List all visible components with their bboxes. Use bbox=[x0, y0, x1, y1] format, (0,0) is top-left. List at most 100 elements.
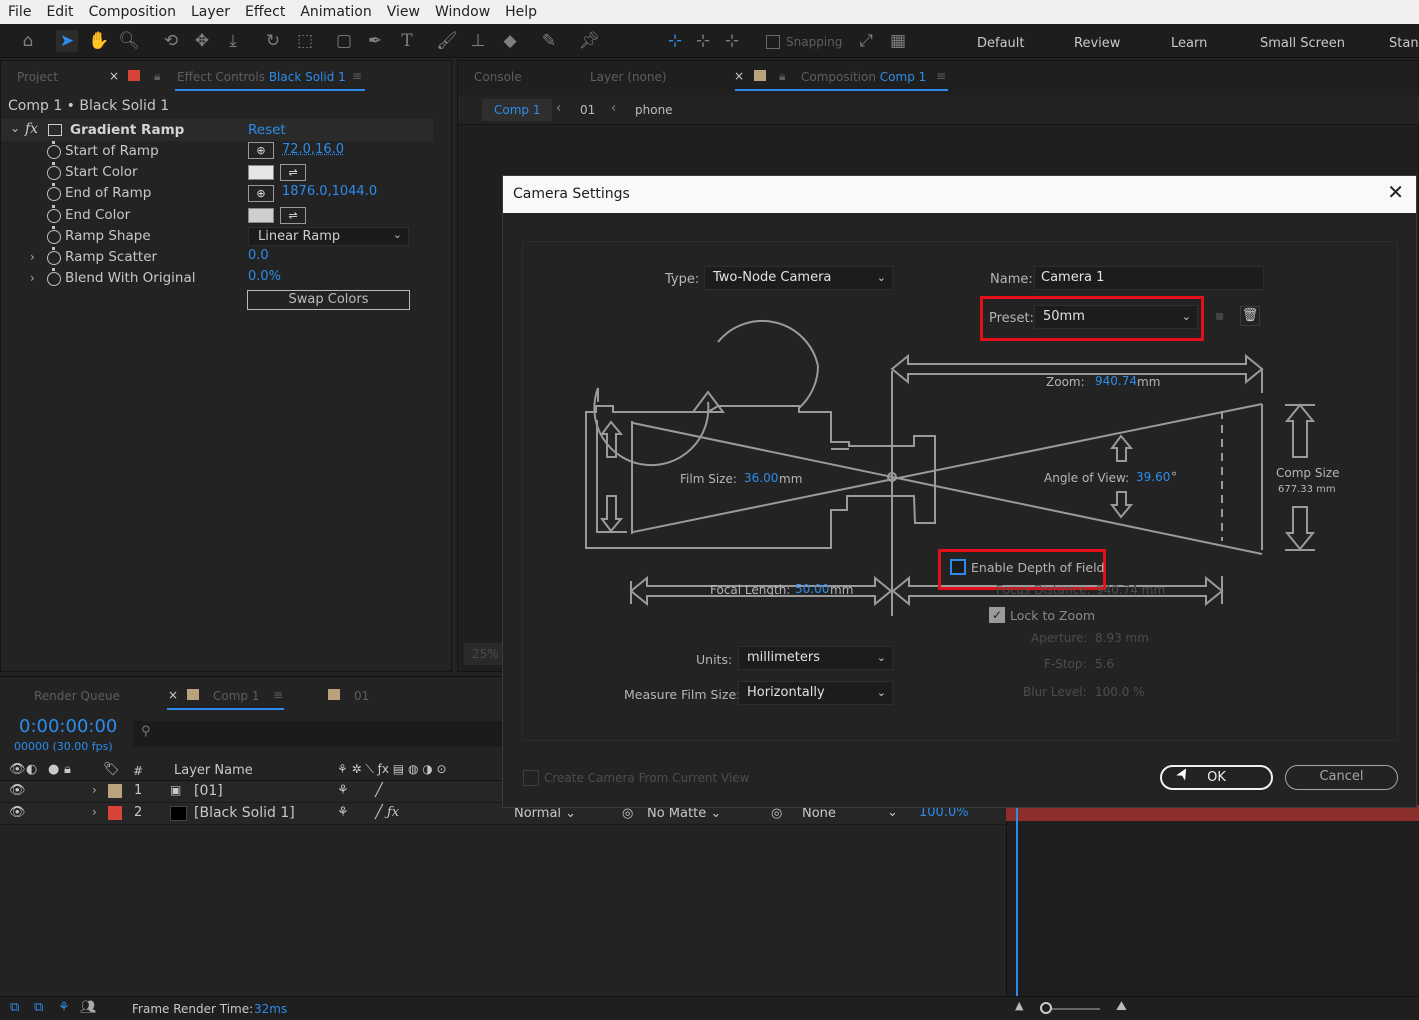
zoom-level[interactable]: 25% bbox=[464, 643, 504, 665]
tab-project[interactable]: Project bbox=[17, 70, 58, 84]
puppet-pin-icon[interactable]: 📌︎ bbox=[578, 30, 600, 52]
tab-composition[interactable]: Composition Comp 1 bbox=[801, 70, 926, 84]
lock-icon[interactable]: 🔒︎ bbox=[779, 69, 785, 84]
eyedropper-icon[interactable]: ⇌ bbox=[280, 164, 306, 181]
cancel-button[interactable]: Cancel bbox=[1285, 765, 1398, 790]
stopwatch-icon[interactable] bbox=[47, 226, 61, 244]
matte-dropdown[interactable]: No Matte ⌄ bbox=[647, 806, 721, 821]
close-icon[interactable]: × bbox=[168, 688, 178, 702]
lock-icon[interactable]: 🔒︎ bbox=[64, 762, 71, 777]
ramp-shape-dropdown[interactable]: Linear Ramp ⌄ bbox=[248, 227, 409, 246]
menu-file[interactable]: File bbox=[0, 4, 38, 20]
current-time-indicator[interactable] bbox=[1016, 805, 1018, 997]
workspace-small-screen[interactable]: Small Screen bbox=[1260, 36, 1345, 51]
snapping-checkbox[interactable] bbox=[766, 35, 780, 49]
lock-to-zoom-label[interactable]: Lock to Zoom bbox=[1010, 608, 1095, 623]
workspace-learn[interactable]: Learn bbox=[1171, 36, 1207, 51]
stopwatch-icon[interactable] bbox=[47, 268, 61, 286]
selection-tool-icon[interactable]: ➤ bbox=[56, 30, 78, 52]
measure-film-dropdown[interactable]: Horizontally ⌄ bbox=[738, 681, 893, 705]
workspace-standard[interactable]: Stanc bbox=[1389, 36, 1419, 51]
brush-tool-icon[interactable]: 🖌︎ bbox=[436, 30, 458, 52]
zoom-value[interactable]: 940.74 bbox=[1095, 374, 1137, 388]
pan-behind-icon[interactable]: ⬚ bbox=[294, 30, 316, 52]
zoom-out-icon[interactable]: ▲ bbox=[1015, 999, 1023, 1012]
layer-label-color[interactable] bbox=[108, 784, 122, 798]
mode-dropdown[interactable]: Normal ⌄ bbox=[514, 806, 576, 821]
timecode[interactable]: 0:00:00:00 bbox=[19, 716, 117, 737]
eye-icon[interactable]: 👁︎ bbox=[9, 783, 26, 798]
snap-grid-icon[interactable]: ▦ bbox=[887, 30, 909, 52]
type-tool-icon[interactable]: T bbox=[396, 30, 418, 52]
clone-stamp-icon[interactable]: ⊥ bbox=[467, 30, 489, 52]
units-dropdown[interactable]: millimeters ⌄ bbox=[738, 646, 893, 670]
workspace-default[interactable]: Default bbox=[977, 36, 1025, 51]
eye-icon[interactable]: 👁︎ bbox=[9, 805, 26, 820]
eyedropper-icon[interactable]: ⇌ bbox=[280, 207, 306, 224]
render-toggle-icon[interactable]: ⧉ bbox=[10, 1000, 19, 1015]
stopwatch-icon[interactable] bbox=[47, 183, 61, 201]
transfer-toggle-icon[interactable]: ⧉ bbox=[34, 1000, 43, 1015]
blend-value[interactable]: 0.0% bbox=[248, 269, 281, 284]
reset-link[interactable]: Reset bbox=[248, 122, 286, 138]
zoom-tool-icon[interactable]: 🔍︎ bbox=[118, 30, 140, 52]
workspace-review[interactable]: Review bbox=[1074, 36, 1120, 51]
quality-switch-icon[interactable]: ╱ bbox=[375, 783, 383, 798]
close-icon[interactable]: × bbox=[109, 69, 119, 83]
crumb-01[interactable]: 01 bbox=[580, 103, 595, 117]
create-from-view-label[interactable]: Create Camera From Current View bbox=[544, 771, 750, 785]
stopwatch-icon[interactable] bbox=[47, 205, 61, 223]
collapse-chevron-icon[interactable]: ⌄ bbox=[10, 121, 20, 135]
expand-chevron-icon[interactable]: › bbox=[92, 805, 97, 819]
menu-effect[interactable]: Effect bbox=[237, 4, 292, 20]
layer-search-input[interactable]: ⚲ bbox=[133, 721, 503, 747]
fx-icon[interactable]: fx bbox=[25, 121, 38, 137]
layer-name[interactable]: [Black Solid 1] bbox=[194, 805, 295, 821]
create-from-view-checkbox[interactable] bbox=[523, 770, 539, 786]
expand-chevron-icon[interactable]: › bbox=[92, 783, 97, 797]
orbit-camera-icon[interactable]: ⟲ bbox=[160, 30, 182, 52]
parent-pickwhip-icon[interactable]: ◎ bbox=[771, 806, 782, 821]
expand-chevron-icon[interactable]: › bbox=[30, 250, 35, 264]
hand-tool-icon[interactable]: ✋ bbox=[88, 30, 110, 52]
shy-switch-icon[interactable]: ⚘ bbox=[337, 805, 349, 820]
save-preset-icon[interactable]: ▪ bbox=[1215, 308, 1233, 326]
solo-toggle-icon[interactable]: ● bbox=[48, 762, 59, 777]
zoom-in-icon[interactable]: ⛰︎ bbox=[1116, 999, 1127, 1014]
video-toggle-icon[interactable]: 👁︎ bbox=[9, 762, 26, 777]
menu-help[interactable]: Help bbox=[497, 4, 544, 20]
view-axis-icon[interactable]: ⊹ bbox=[721, 30, 743, 52]
crumb-phone[interactable]: phone bbox=[635, 103, 673, 117]
name-field[interactable]: Camera 1 bbox=[1034, 266, 1264, 290]
type-dropdown[interactable]: Two-Node Camera ⌄ bbox=[704, 266, 893, 290]
menu-composition[interactable]: Composition bbox=[81, 4, 183, 20]
end-color-swatch[interactable] bbox=[248, 208, 274, 223]
angle-value[interactable]: 39.60 bbox=[1136, 470, 1170, 484]
menu-animation[interactable]: Animation bbox=[292, 4, 378, 20]
point-picker-icon[interactable]: ⊕ bbox=[248, 185, 274, 202]
home-icon[interactable]: ⌂ bbox=[17, 30, 39, 52]
menu-edit[interactable]: Edit bbox=[38, 4, 80, 20]
stopwatch-icon[interactable] bbox=[47, 162, 61, 180]
graph-toggle-icon[interactable]: ⚘ bbox=[58, 1000, 70, 1015]
panel-menu-icon[interactable]: ≡ bbox=[936, 69, 946, 83]
end-of-ramp-value[interactable]: 1876.0,1044.0 bbox=[282, 184, 377, 199]
delete-preset-icon[interactable]: 🗑︎ bbox=[1240, 306, 1260, 326]
roto-brush-icon[interactable]: ✎ bbox=[538, 30, 560, 52]
film-size-value[interactable]: 36.00 bbox=[744, 471, 778, 485]
swap-colors-button[interactable]: Swap Colors bbox=[247, 290, 410, 310]
expand-chevron-icon[interactable]: › bbox=[30, 271, 35, 285]
menu-view[interactable]: View bbox=[379, 4, 427, 20]
label-tag-icon[interactable]: 🏷︎ bbox=[103, 762, 120, 777]
tab-effect-controls[interactable]: Effect Controls Black Solid 1 bbox=[177, 70, 346, 84]
pen-tool-icon[interactable]: ✒ bbox=[364, 30, 386, 52]
dof-label[interactable]: Enable Depth of Field bbox=[971, 560, 1104, 575]
start-color-swatch[interactable] bbox=[248, 165, 274, 180]
menu-window[interactable]: Window bbox=[427, 4, 497, 20]
rectangle-tool-icon[interactable]: ▢ bbox=[333, 30, 355, 52]
lock-icon[interactable]: 🔒︎ bbox=[154, 69, 160, 84]
zoom-slider-handle[interactable] bbox=[1040, 1002, 1052, 1014]
preset-dropdown[interactable]: 50mm ⌄ bbox=[1034, 305, 1198, 329]
local-axis-icon[interactable]: ⊹ bbox=[664, 30, 686, 52]
layer-name[interactable]: [01] bbox=[194, 783, 223, 799]
